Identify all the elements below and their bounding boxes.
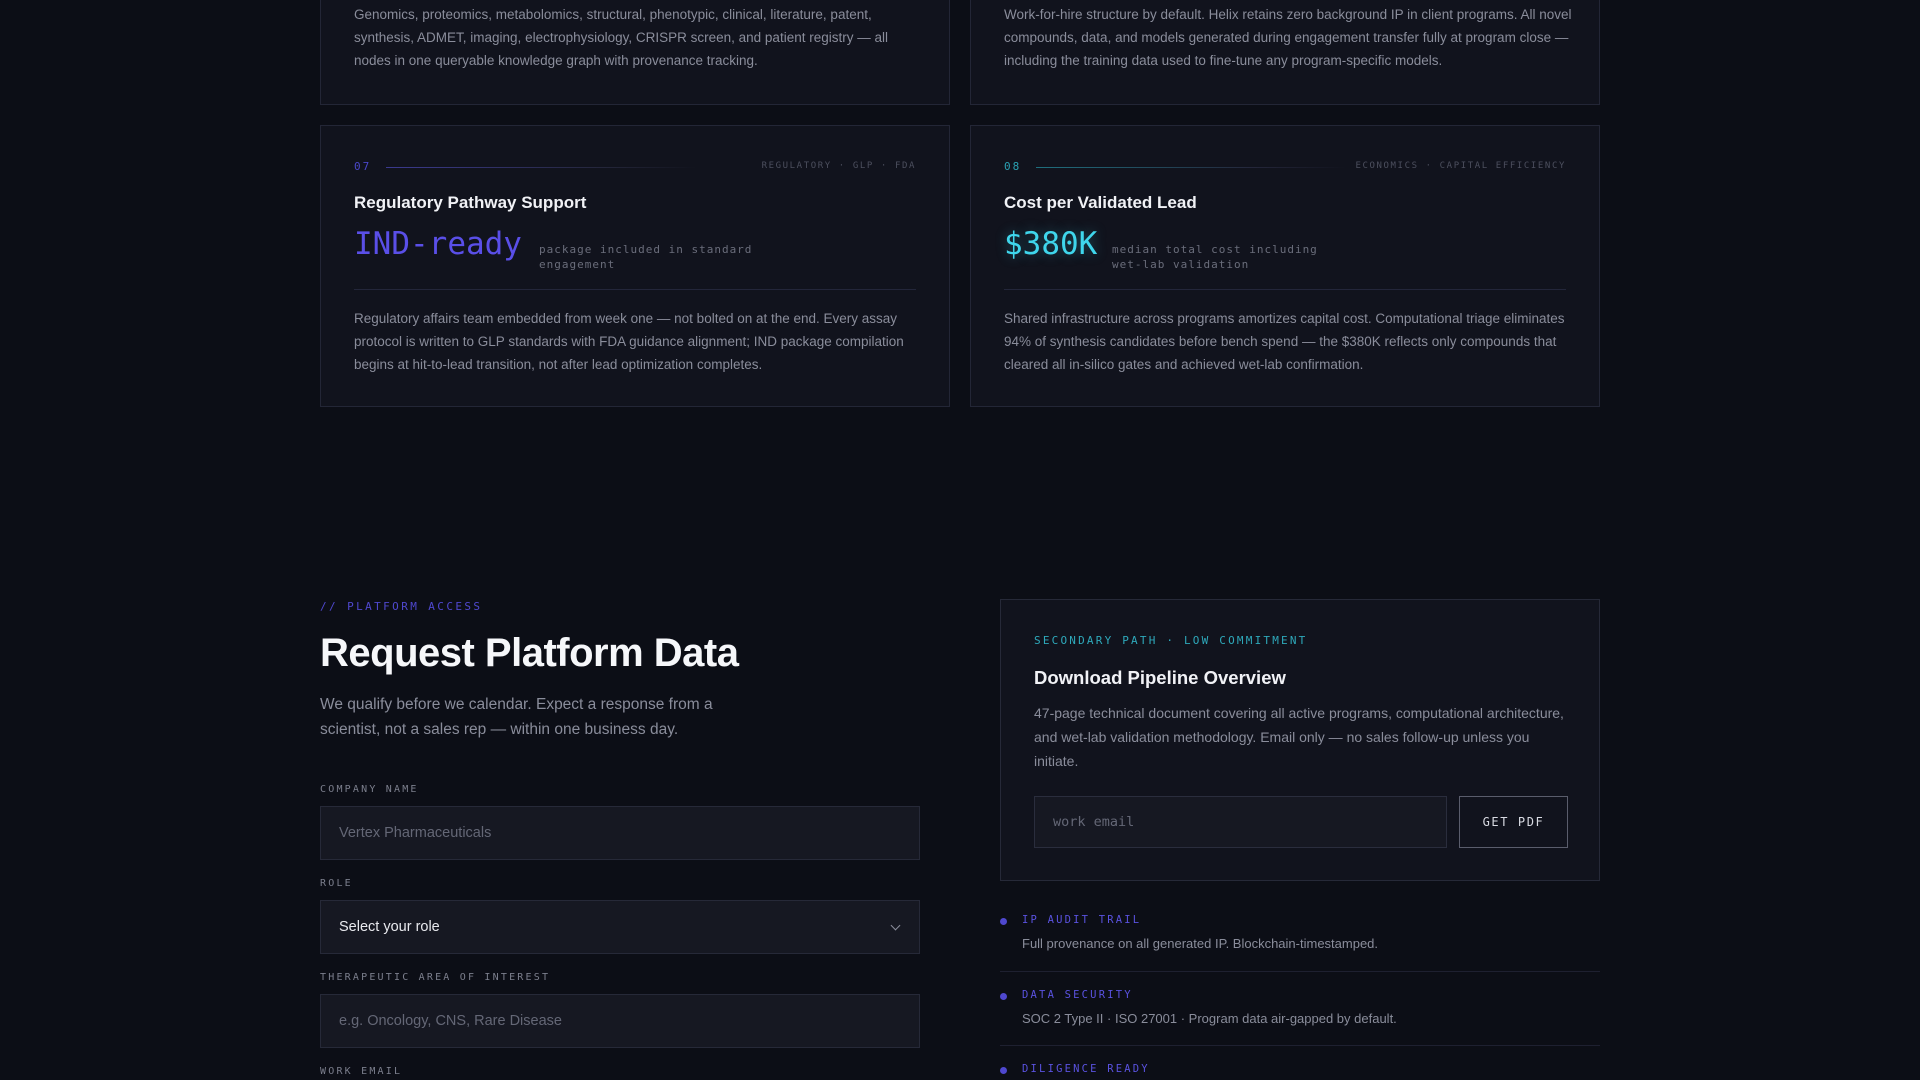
trust-item-description: Full provenance on all generated IP. Blo… bbox=[1022, 936, 1379, 951]
stat-value: IND-ready bbox=[354, 226, 522, 262]
bullet-dot-icon bbox=[1000, 1067, 1007, 1074]
chevron-down-icon bbox=[890, 920, 901, 931]
company-name-label: COMPANY NAME bbox=[320, 784, 419, 795]
section-eyebrow: // PLATFORM ACCESS bbox=[320, 600, 483, 613]
card-header: 08 ECONOMICS · CAPITAL EFFICIENCY bbox=[1004, 160, 1566, 174]
therapeutic-area-label: THERAPEUTIC AREA OF INTEREST bbox=[320, 972, 551, 983]
feature-card-cost: 08 ECONOMICS · CAPITAL EFFICIENCY Cost p… bbox=[970, 125, 1600, 407]
feature-card-data-graph: Genomics, proteomics, metabolomics, stru… bbox=[320, 0, 950, 105]
card-title: Cost per Validated Lead bbox=[1004, 193, 1197, 212]
company-name-input[interactable] bbox=[320, 806, 920, 860]
role-select[interactable]: Select your role bbox=[320, 900, 920, 954]
card-divider bbox=[354, 289, 916, 290]
therapeutic-area-input[interactable] bbox=[320, 994, 920, 1048]
stat-note: package included in standard engagement bbox=[539, 243, 753, 271]
pdf-title: Download Pipeline Overview bbox=[1034, 667, 1286, 688]
card-header: 07 REGULATORY · GLP · FDA bbox=[354, 160, 916, 174]
card-body: Regulatory affairs team embedded from we… bbox=[354, 311, 904, 372]
get-pdf-button[interactable]: GET PDF bbox=[1459, 796, 1568, 848]
pdf-eyebrow: SECONDARY PATH · LOW COMMITMENT bbox=[1034, 634, 1308, 647]
page-title: Request Platform Data bbox=[320, 631, 739, 675]
card-header-rule bbox=[386, 167, 696, 168]
divider bbox=[1000, 971, 1600, 972]
trust-item-title: DATA SECURITY bbox=[1022, 989, 1133, 1001]
card-title: Regulatory Pathway Support bbox=[354, 193, 587, 212]
card-number: 08 bbox=[1004, 160, 1022, 173]
card-tags: ECONOMICS · CAPITAL EFFICIENCY bbox=[1355, 161, 1566, 171]
stat-note: median total cost including wet-lab vali… bbox=[1112, 243, 1318, 271]
divider bbox=[1000, 1045, 1600, 1046]
feature-card-regulatory: 07 REGULATORY · GLP · FDA Regulatory Pat… bbox=[320, 125, 950, 407]
card-divider bbox=[1004, 289, 1566, 290]
card-number: 07 bbox=[354, 160, 372, 173]
feature-card-body: Work-for-hire structure by default. Heli… bbox=[1004, 7, 1572, 68]
trust-item-diligence: DILIGENCE READY bbox=[1000, 1063, 1600, 1080]
bullet-dot-icon bbox=[1000, 918, 1007, 925]
trust-item-data-security: DATA SECURITY SOC 2 Type II · ISO 27001 … bbox=[1000, 989, 1600, 1049]
pdf-download-card: SECONDARY PATH · LOW COMMITMENT Download… bbox=[1000, 599, 1600, 881]
trust-item-title: DILIGENCE READY bbox=[1022, 1063, 1150, 1075]
card-body: Shared infrastructure across programs am… bbox=[1004, 311, 1565, 372]
pdf-description: 47-page technical document covering all … bbox=[1034, 705, 1564, 769]
stat-value: $380K bbox=[1004, 226, 1098, 262]
trust-item-description: SOC 2 Type II · ISO 27001 · Program data… bbox=[1022, 1011, 1397, 1026]
trust-item-title: IP AUDIT TRAIL bbox=[1022, 914, 1142, 926]
role-label: ROLE bbox=[320, 878, 353, 889]
feature-card-ip-ownership: Work-for-hire structure by default. Heli… bbox=[970, 0, 1600, 105]
role-select-value: Select your role bbox=[339, 919, 440, 935]
feature-card-body: Genomics, proteomics, metabolomics, stru… bbox=[354, 7, 888, 68]
card-tags: REGULATORY · GLP · FDA bbox=[761, 161, 916, 171]
bullet-dot-icon bbox=[1000, 993, 1007, 1000]
pdf-email-input[interactable] bbox=[1034, 796, 1447, 848]
work-email-label: WORK EMAIL bbox=[320, 1066, 403, 1077]
section-subtitle: We qualify before we calendar. Expect a … bbox=[320, 696, 713, 738]
card-header-rule bbox=[1036, 167, 1346, 168]
trust-item-ip-audit: IP AUDIT TRAIL Full provenance on all ge… bbox=[1000, 914, 1600, 974]
